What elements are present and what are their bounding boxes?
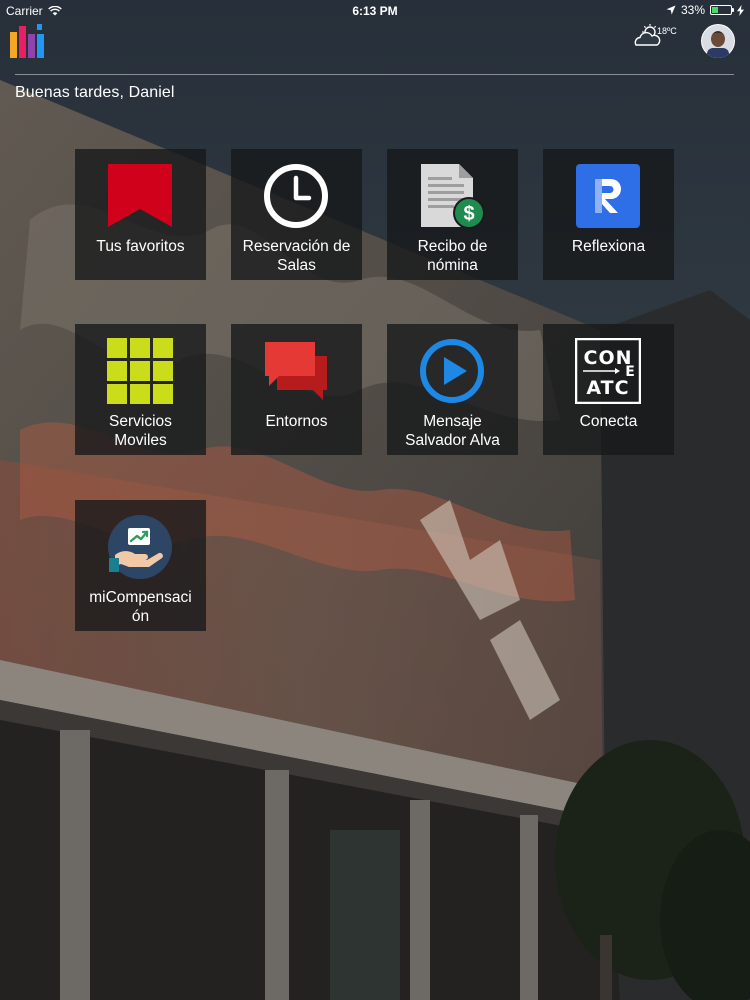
battery-percentage: 33% — [680, 3, 705, 17]
status-bar: Carrier 6:13 PM 33% — [0, 0, 750, 22]
clock-icon — [264, 164, 328, 228]
tile-label: Conecta — [579, 413, 638, 430]
play-circle-icon — [420, 339, 484, 403]
chat-bubbles-icon — [265, 342, 327, 400]
tile-reflexiona[interactable]: Reflexiona — [543, 149, 674, 280]
grid-apps-icon — [107, 338, 173, 404]
svg-text:ATC: ATC — [586, 377, 629, 399]
tile-label: Servicios Moviles — [109, 413, 172, 449]
user-avatar-icon[interactable] — [701, 24, 735, 58]
home-screen: Carrier 6:13 PM 33% 18ºC Buenas tardes, … — [0, 0, 750, 1000]
tile-mensaje-salvador-alva[interactable]: Mensaje Salvador Alva — [387, 324, 518, 455]
location-arrow-icon — [666, 5, 676, 15]
tile-conecta[interactable]: CON E ATC Conecta — [543, 324, 674, 455]
tile-label: Recibo de nómina — [417, 238, 488, 274]
tile-label: Reservación de Salas — [242, 238, 351, 274]
greeting-text: Buenas tardes, Daniel — [15, 84, 175, 101]
tile-tus-favoritos[interactable]: Tus favoritos — [75, 149, 206, 280]
tile-label: Tus favoritos — [96, 238, 185, 255]
reflexiona-r-icon — [576, 164, 640, 228]
battery-icon — [710, 5, 734, 15]
header-divider — [15, 74, 734, 75]
tile-label: miCompensaci ón — [89, 589, 192, 625]
svg-text:$: $ — [463, 203, 474, 225]
app-logo-icon[interactable] — [10, 24, 48, 58]
tile-recibo-de-nomina[interactable]: $ Recibo de nómina — [387, 149, 518, 280]
payroll-document-icon: $ — [421, 164, 485, 229]
tile-label: Reflexiona — [571, 238, 646, 255]
conecta-logo-icon: CON E ATC — [575, 338, 641, 404]
compensation-hand-icon — [108, 515, 172, 579]
temperature-label: 18ºC — [657, 26, 677, 36]
charging-bolt-icon — [737, 4, 744, 16]
tile-label: Entornos — [265, 413, 328, 430]
bookmark-icon — [108, 164, 172, 227]
tile-label: Mensaje Salvador Alva — [405, 413, 500, 449]
tile-servicios-moviles[interactable]: Servicios Moviles — [75, 324, 206, 455]
clock-time: 6:13 PM — [352, 4, 398, 18]
battery-level-fill — [712, 7, 718, 13]
tile-micompensacion[interactable]: miCompensaci ón — [75, 500, 206, 631]
tile-reservacion-de-salas[interactable]: Reservación de Salas — [231, 149, 362, 280]
tile-entornos[interactable]: Entornos — [231, 324, 362, 455]
